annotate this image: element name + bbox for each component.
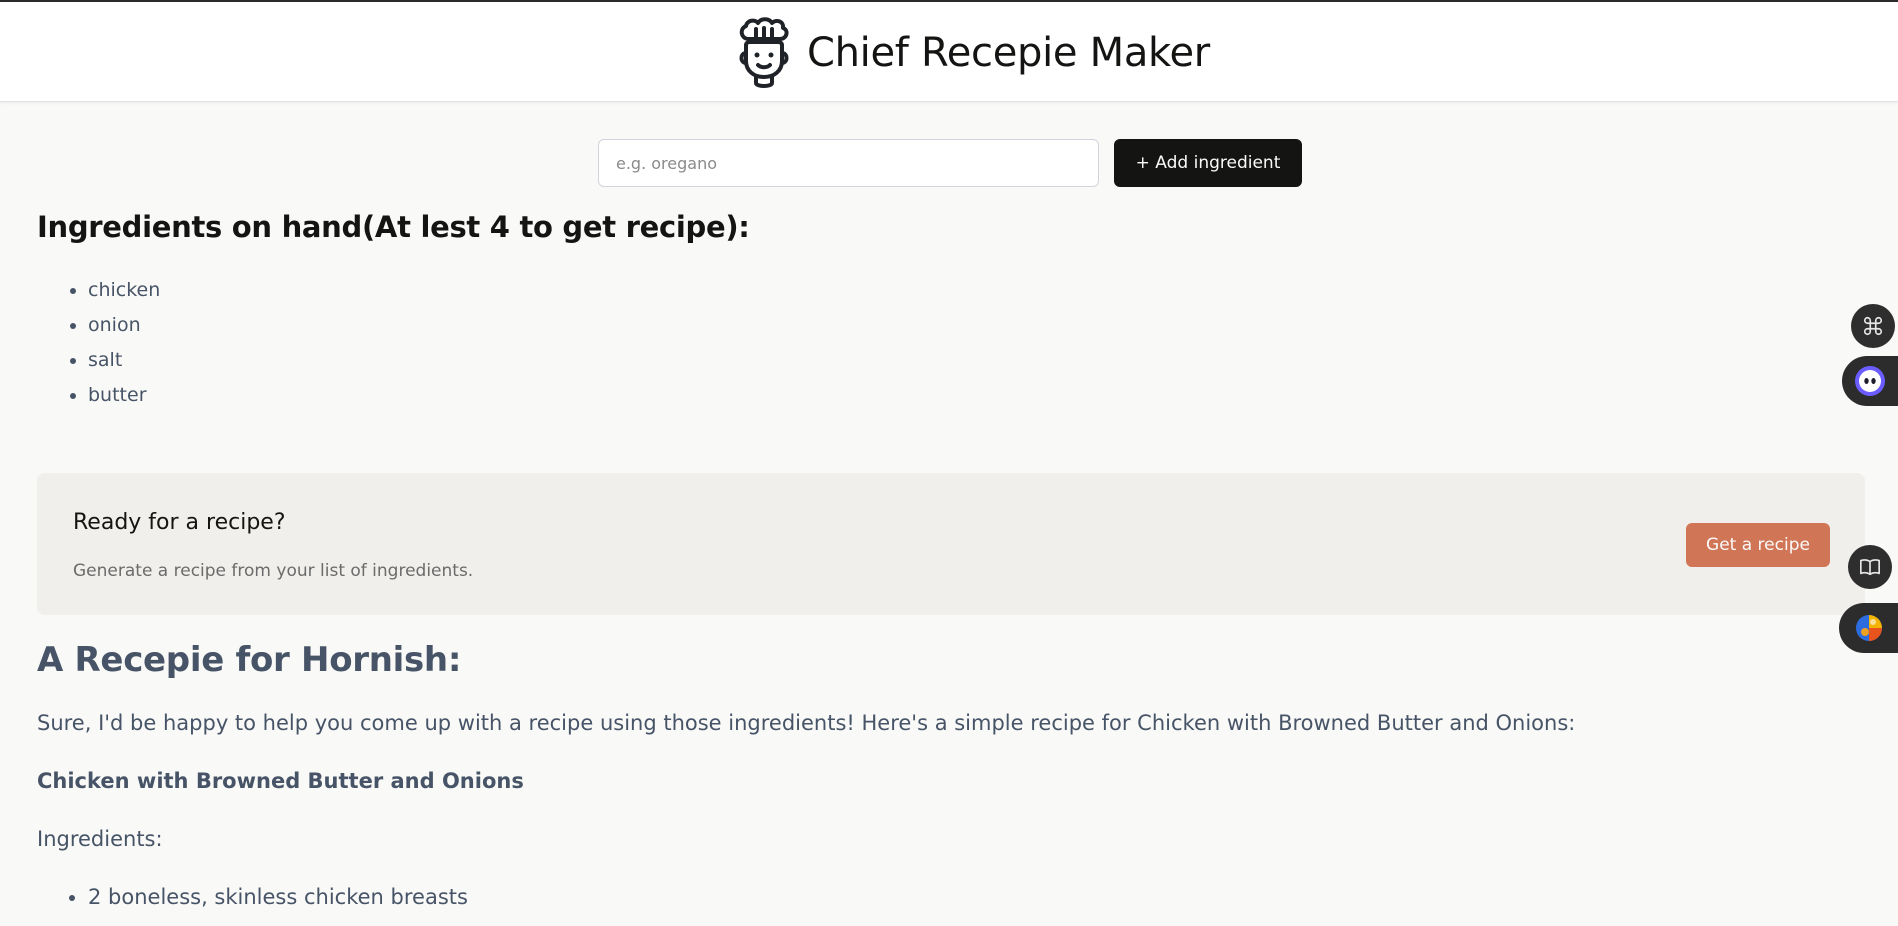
ingredient-list: chicken onion salt butter	[37, 273, 160, 413]
open-book-icon[interactable]	[1848, 545, 1892, 589]
add-ingredient-button[interactable]: + Add ingredient	[1114, 139, 1302, 187]
ingredient-item: butter	[88, 378, 160, 413]
app-title: Chief Recepie Maker	[807, 30, 1210, 76]
chef-hat-face-icon	[739, 17, 789, 88]
ingredient-input[interactable]	[598, 139, 1099, 187]
app-header: Chief Recepie Maker	[0, 0, 1898, 102]
ingredient-item: onion	[88, 308, 160, 343]
recipe-ingredient-list: 2 boneless, skinless chicken breasts	[37, 880, 468, 914]
recipe-ingredients-label: Ingredients:	[37, 827, 163, 851]
cta-title: Ready for a recipe?	[73, 510, 286, 535]
recipe-dish-title: Chicken with Browned Butter and Onions	[37, 769, 524, 793]
get-recipe-button[interactable]: Get a recipe	[1686, 523, 1830, 567]
ingredient-item: chicken	[88, 273, 160, 308]
colorful-globe-icon[interactable]	[1839, 603, 1898, 653]
recipe-heading: A Recepie for Hornish:	[37, 640, 462, 680]
recipe-ingredient-item: 2 boneless, skinless chicken breasts	[88, 880, 468, 914]
command-key-icon[interactable]	[1851, 304, 1895, 348]
ingredients-heading: Ingredients on hand(At lest 4 to get rec…	[37, 210, 750, 244]
cta-subtitle: Generate a recipe from your list of ingr…	[73, 561, 474, 581]
ingredient-item: salt	[88, 343, 160, 378]
recipe-intro: Sure, I'd be happy to help you come up w…	[37, 711, 1576, 735]
assistant-face-icon[interactable]	[1842, 356, 1898, 406]
get-recipe-panel: Ready for a recipe? Generate a recipe fr…	[37, 473, 1865, 615]
